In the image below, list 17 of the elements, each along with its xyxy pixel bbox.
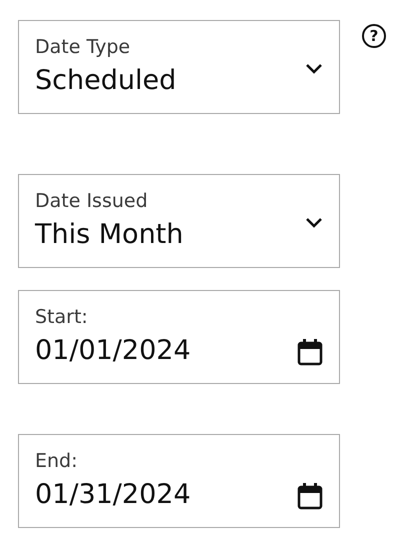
- field-label: Date Issued: [35, 189, 149, 213]
- field-value: This Month: [35, 218, 184, 252]
- field-value: Scheduled: [35, 64, 178, 98]
- date-field[interactable]: Start: 01/01/2024: [18, 290, 340, 384]
- chevron-down-icon: [305, 217, 323, 229]
- date-field[interactable]: End: 01/31/2024: [18, 434, 340, 528]
- chevron-down-icon: [305, 63, 323, 75]
- calendar-icon[interactable]: [297, 482, 323, 510]
- field-label: Start:: [35, 305, 89, 329]
- field-value: 01/01/2024: [35, 334, 192, 368]
- dropdown[interactable]: Date Type Scheduled: [18, 20, 340, 114]
- dropdown[interactable]: Date Issued This Month: [18, 174, 340, 268]
- field-value: 01/31/2024: [35, 478, 192, 512]
- help-icon[interactable]: ?: [362, 24, 386, 48]
- calendar-icon[interactable]: [297, 338, 323, 366]
- field-label: Date Type: [35, 35, 132, 59]
- field-label: End:: [35, 449, 79, 473]
